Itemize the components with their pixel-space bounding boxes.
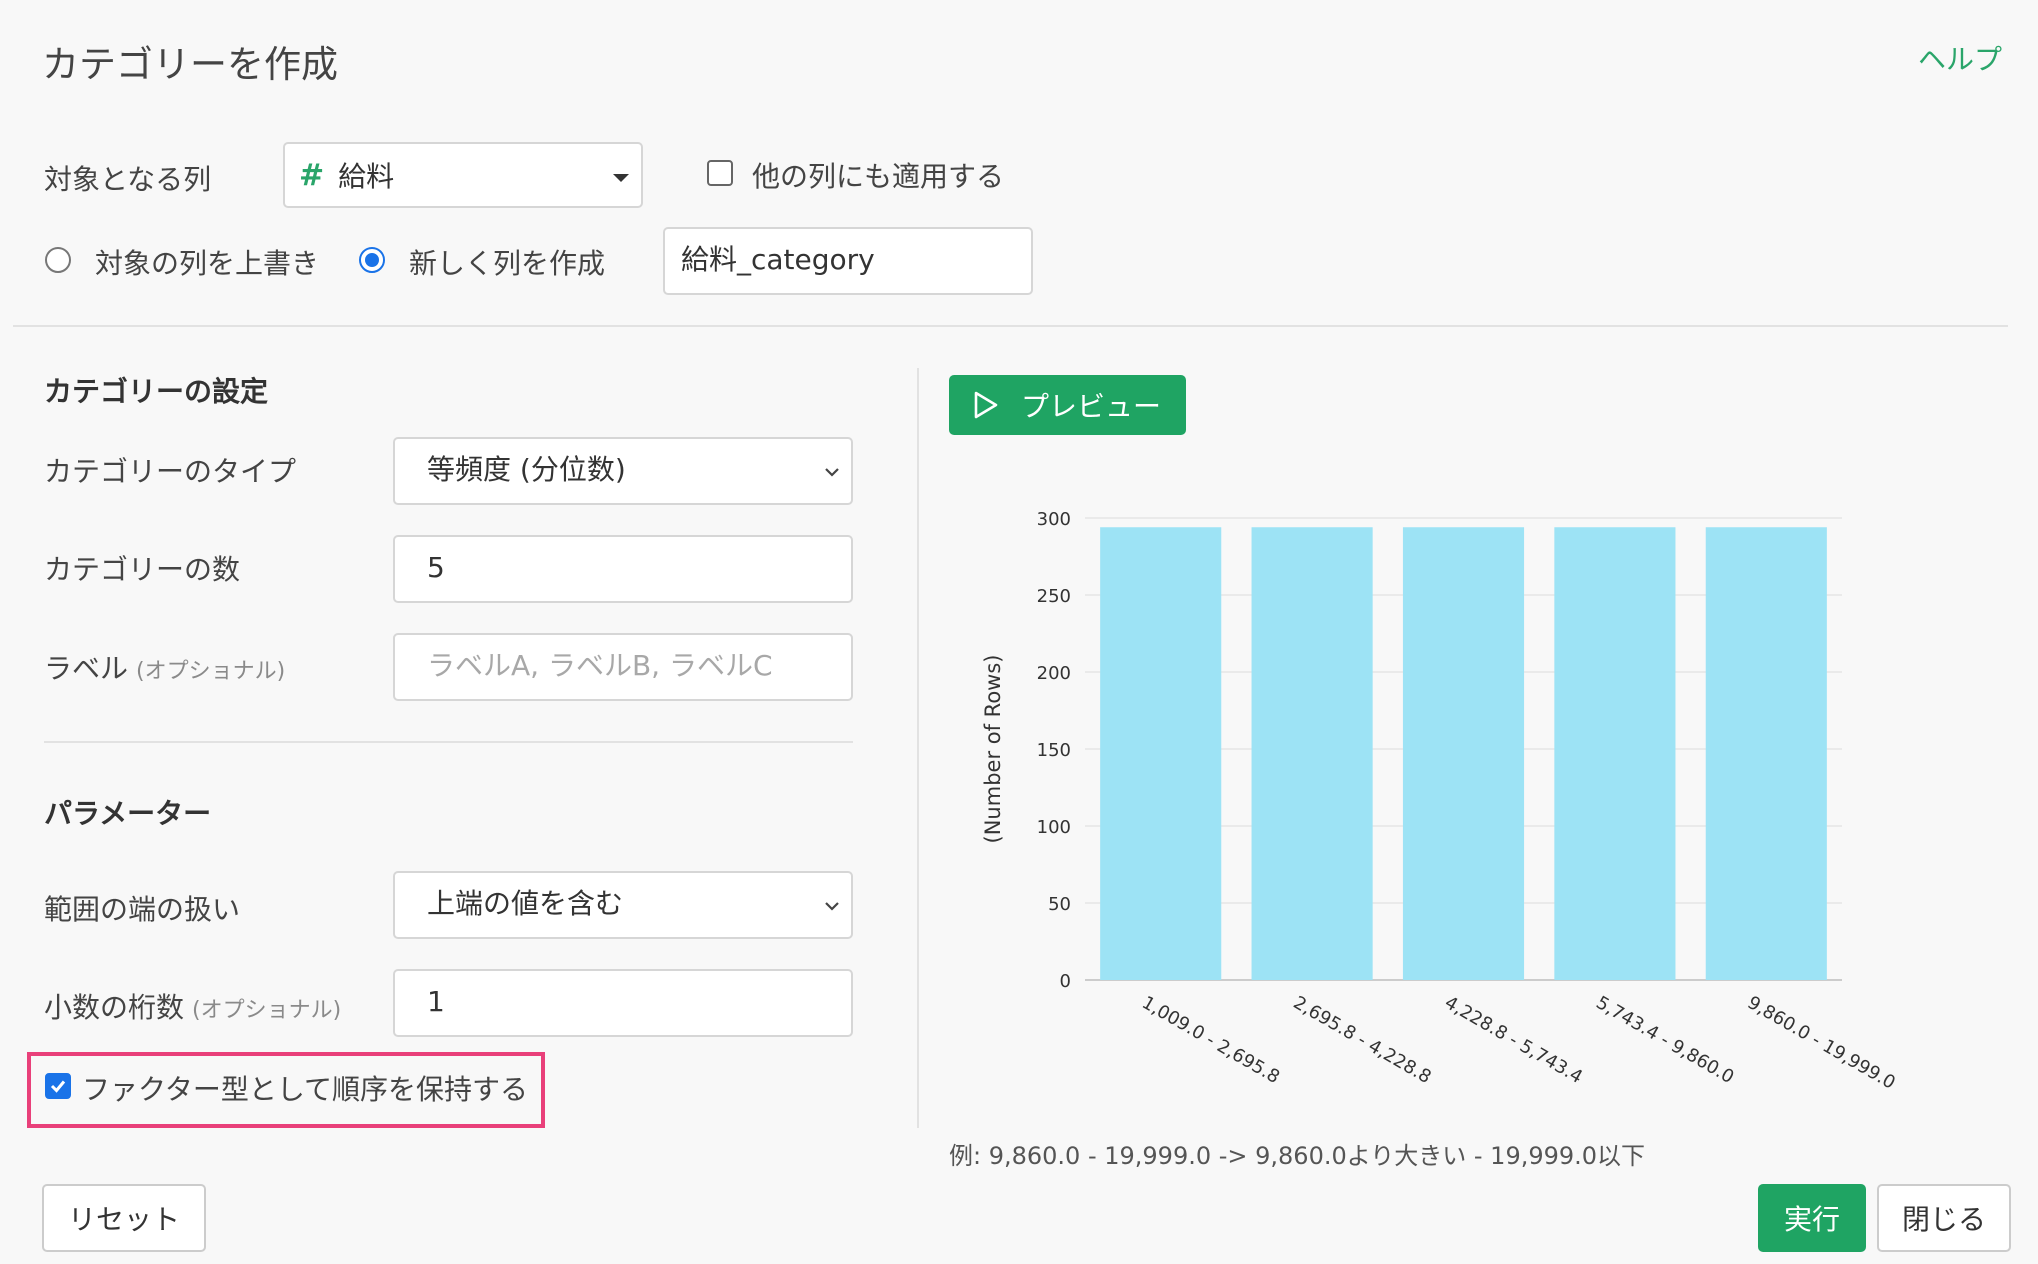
labels-input[interactable]: ラベルA, ラベルB, ラベルC bbox=[393, 633, 853, 701]
keep-factor-order-label: ファクター型として順序を保持する bbox=[82, 1073, 529, 1106]
decimal-places-input[interactable]: 1 bbox=[393, 969, 853, 1037]
apply-other-columns-label: 他の列にも適用する bbox=[752, 160, 1005, 193]
new-column-label: 新しく列を作成 bbox=[409, 247, 606, 280]
category-type-value: 等頻度 (分位数) bbox=[427, 453, 626, 486]
target-column-select[interactable]: # 給料 bbox=[283, 142, 643, 208]
overwrite-column-label: 対象の列を上書き bbox=[95, 247, 320, 280]
x-tick-label: 5,743.4 - 9,860.0 bbox=[1592, 992, 1737, 1088]
y-tick-label: 300 bbox=[1037, 509, 1071, 530]
bar bbox=[1251, 527, 1373, 980]
category-type-select[interactable]: 等頻度 (分位数) bbox=[393, 437, 853, 505]
overwrite-column-radio[interactable] bbox=[45, 247, 71, 273]
category-count-label: カテゴリーの数 bbox=[44, 553, 241, 586]
decimal-places-optional-hint: (オプショナル) bbox=[192, 998, 342, 1023]
category-count-input[interactable]: 5 bbox=[393, 535, 853, 603]
help-link[interactable]: ヘルプ bbox=[1918, 38, 2002, 78]
preview-button-label: プレビュー bbox=[1021, 390, 1162, 423]
x-tick-label: 2,695.8 - 4,228.8 bbox=[1290, 992, 1435, 1088]
create-category-dialog: カテゴリーを作成 ヘルプ 対象となる列 # 給料 他の列にも適用する 対象の列を… bbox=[0, 0, 2038, 1264]
reset-button[interactable]: リセット bbox=[42, 1184, 206, 1252]
category-type-label: カテゴリーのタイプ bbox=[44, 455, 297, 488]
y-tick-label: 250 bbox=[1037, 586, 1071, 607]
new-column-radio[interactable] bbox=[359, 247, 385, 273]
y-axis-label: (Number of Rows) bbox=[981, 655, 1005, 844]
x-tick-label: 9,860.0 - 19,999.0 bbox=[1744, 992, 1899, 1094]
y-tick-label: 0 bbox=[1060, 971, 1071, 992]
y-tick-label: 50 bbox=[1048, 894, 1071, 915]
example-text: 例: 9,860.0 - 19,999.0 -> 9,860.0より大きい - … bbox=[949, 1142, 1646, 1170]
range-edge-label: 範囲の端の扱い bbox=[44, 893, 241, 926]
play-icon bbox=[974, 391, 998, 419]
preview-button[interactable]: プレビュー bbox=[949, 375, 1186, 435]
close-button[interactable]: 閉じる bbox=[1877, 1184, 2011, 1252]
parameters-title: パラメーター bbox=[44, 797, 212, 830]
vertical-divider bbox=[917, 368, 919, 1128]
target-column-label: 対象となる列 bbox=[44, 163, 212, 196]
x-tick-label: 1,009.0 - 2,695.8 bbox=[1138, 992, 1283, 1088]
labels-label: ラベル (オプショナル) bbox=[44, 647, 285, 687]
run-button[interactable]: 実行 bbox=[1758, 1184, 1866, 1252]
decimal-places-label-text: 小数の桁数 bbox=[44, 991, 185, 1024]
top-divider bbox=[13, 325, 2008, 327]
range-edge-value: 上端の値を含む bbox=[427, 887, 624, 920]
target-column-value: 給料 bbox=[338, 160, 395, 193]
new-column-name-input[interactable]: 給料_category bbox=[663, 227, 1033, 295]
y-tick-label: 150 bbox=[1037, 740, 1071, 761]
bar bbox=[1100, 527, 1222, 980]
range-edge-select[interactable]: 上端の値を含む bbox=[393, 871, 853, 939]
section-divider bbox=[44, 741, 853, 743]
labels-optional-hint: (オプショナル) bbox=[136, 659, 286, 684]
bar bbox=[1554, 527, 1676, 980]
y-tick-label: 100 bbox=[1037, 817, 1071, 838]
labels-label-text: ラベル bbox=[44, 652, 129, 685]
category-settings-title: カテゴリーの設定 bbox=[44, 375, 269, 408]
y-tick-label: 200 bbox=[1037, 663, 1071, 684]
chevron-down-icon bbox=[825, 902, 839, 911]
bar bbox=[1705, 527, 1827, 980]
dialog-title: カテゴリーを作成 bbox=[42, 43, 338, 86]
decimal-places-label: 小数の桁数 (オプショナル) bbox=[44, 986, 341, 1026]
bar bbox=[1402, 527, 1525, 980]
x-tick-label: 4,228.8 - 5,743.4 bbox=[1441, 992, 1586, 1088]
numeric-hash-icon: # bbox=[299, 157, 325, 193]
check-icon bbox=[50, 1080, 66, 1093]
caret-down-icon bbox=[613, 174, 629, 182]
apply-other-columns-checkbox[interactable] bbox=[707, 160, 733, 186]
chevron-down-icon bbox=[825, 468, 839, 477]
preview-bar-chart: 0 50 100 150 200 250 300 1,009.0 - 2,695.8 2,695… bbox=[981, 509, 1899, 1094]
keep-factor-order-checkbox[interactable] bbox=[45, 1073, 71, 1099]
